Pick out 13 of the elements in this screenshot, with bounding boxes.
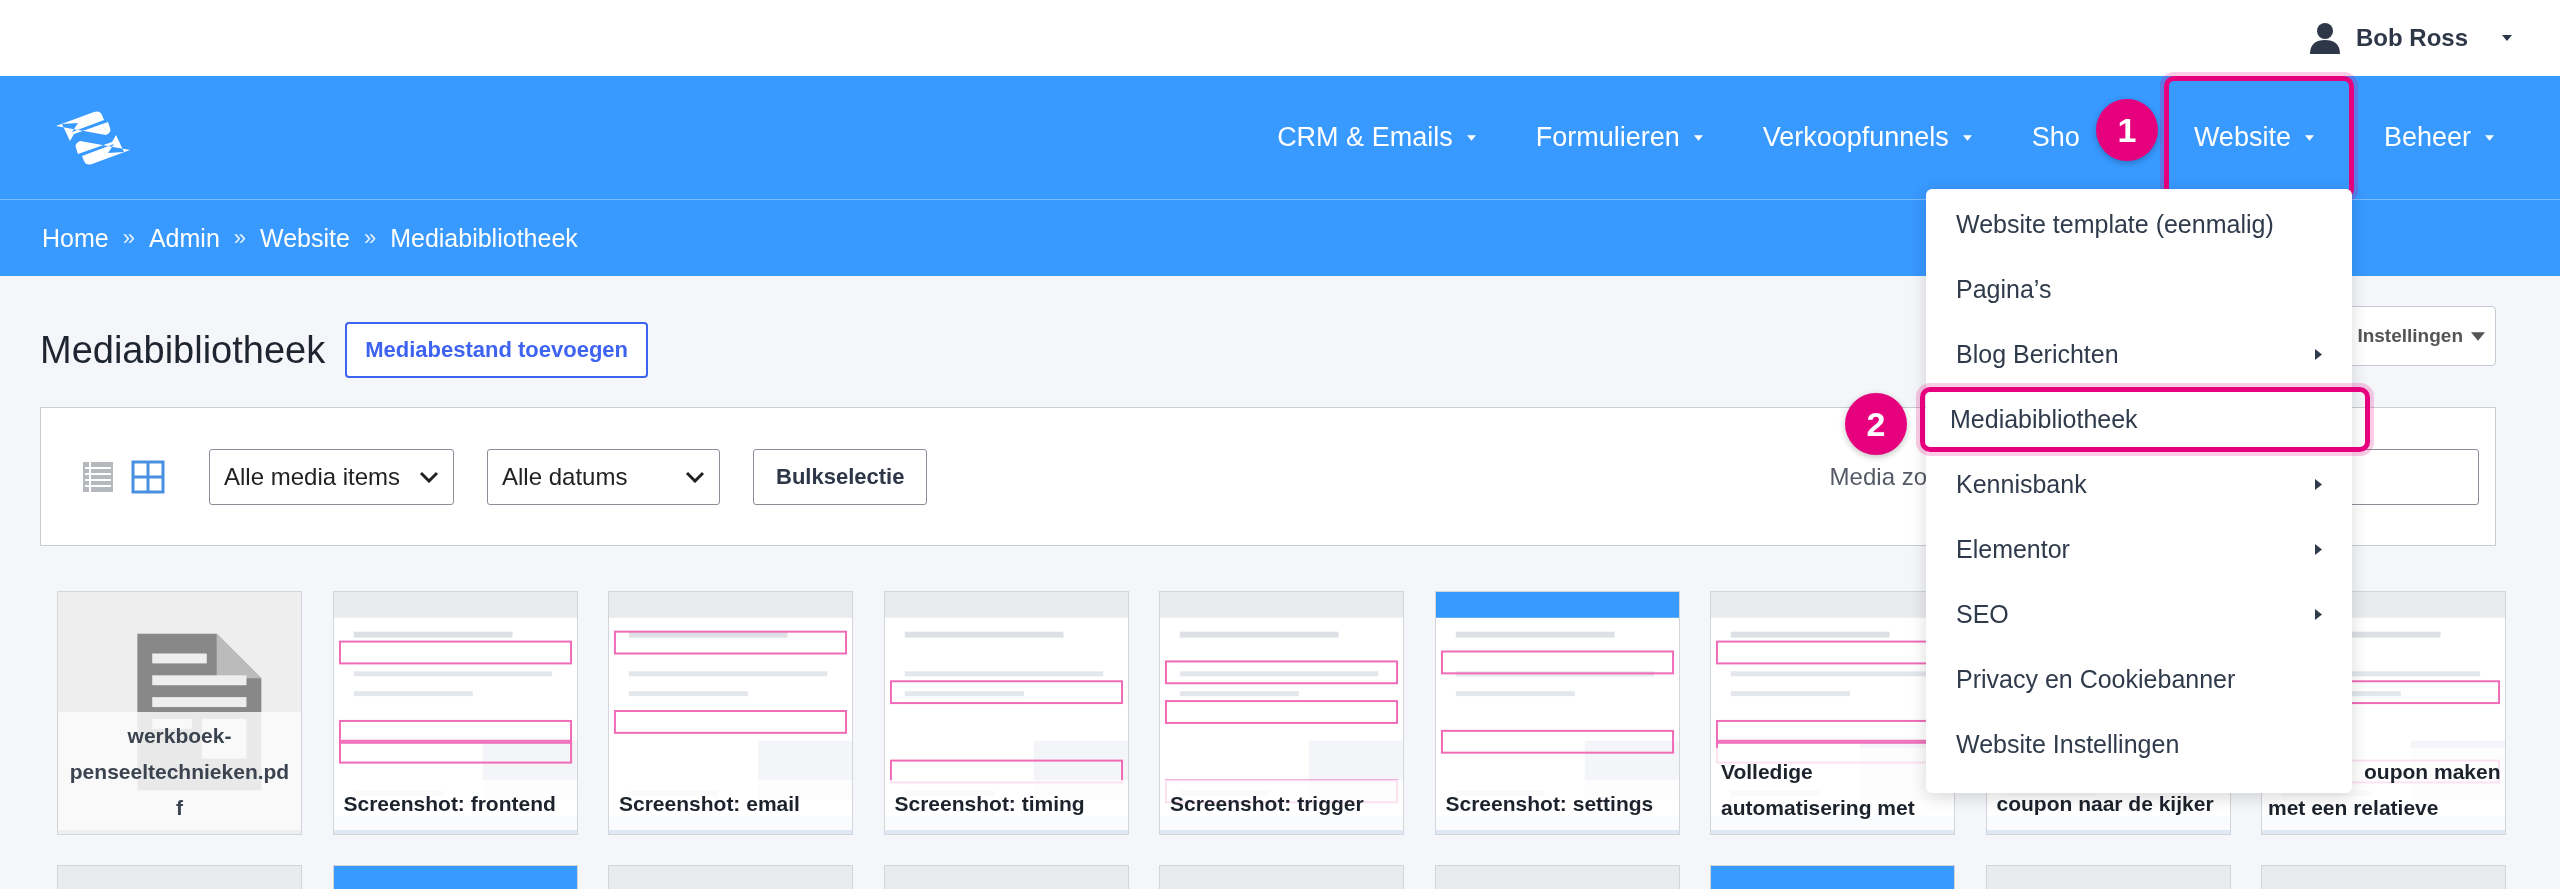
media-caption: Screenshot: frontend bbox=[333, 780, 577, 830]
step-badge: 2 bbox=[1845, 393, 1907, 455]
media-caption: werkboek- penseeltechnieken.pd f bbox=[58, 712, 301, 830]
media-caption: Screenshot: timing bbox=[884, 780, 1128, 830]
breadcrumb-separator: » bbox=[233, 225, 247, 251]
breadcrumb-separator: » bbox=[363, 225, 377, 251]
media-caption: Screenshot: email bbox=[609, 780, 852, 830]
media-caption: Volledige automatisering met bbox=[1711, 748, 1954, 830]
media-caption: Screenshot: settings bbox=[1435, 780, 1679, 830]
search-label: Media zo bbox=[1829, 462, 1927, 491]
breadcrumb-separator: » bbox=[122, 225, 135, 251]
media-caption: Screenshot: trigger bbox=[1160, 780, 1403, 830]
page-title: Mediabibliotheek bbox=[40, 328, 326, 372]
